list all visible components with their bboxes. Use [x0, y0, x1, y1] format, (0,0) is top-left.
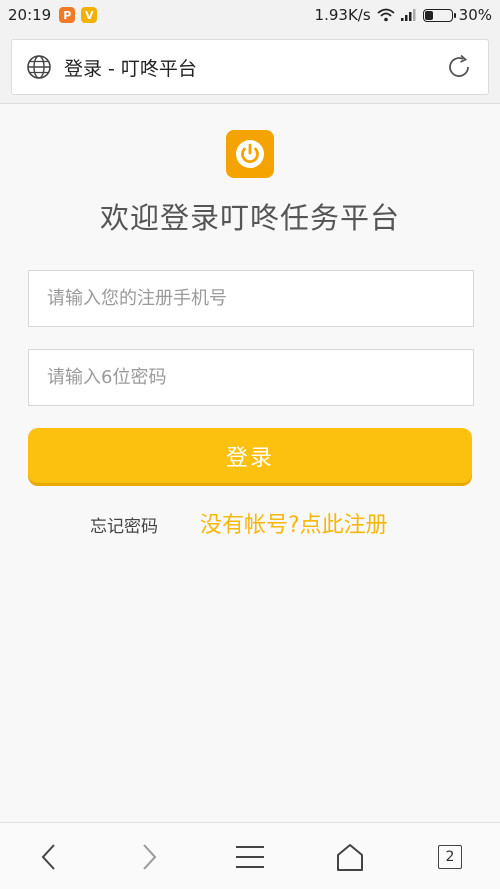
register-link[interactable]: 没有帐号?点此注册	[200, 507, 388, 539]
address-bar[interactable]: 登录 - 叮咚平台	[11, 39, 489, 95]
reload-icon[interactable]	[444, 52, 474, 82]
power-icon	[236, 140, 264, 168]
home-icon	[337, 844, 363, 871]
wifi-icon	[377, 8, 395, 22]
welcome-heading: 欢迎登录叮咚任务平台	[99, 201, 400, 235]
chat-notification-icon: P	[59, 7, 76, 23]
browser-toolbar: 登录 - 叮咚平台	[0, 30, 500, 104]
page-title: 登录 - 叮咚平台	[64, 57, 197, 80]
login-button[interactable]: 登录	[28, 428, 472, 483]
battery-percent: 30%	[458, 6, 492, 24]
forward-button[interactable]	[129, 837, 169, 877]
home-button[interactable]	[330, 837, 370, 877]
battery-icon	[422, 8, 456, 22]
network-speed: 1.93K/s	[314, 6, 371, 24]
back-button[interactable]	[29, 837, 69, 877]
v-app-icon: V	[81, 7, 98, 23]
menu-button[interactable]	[230, 837, 270, 877]
password-input[interactable]	[28, 349, 474, 406]
forgot-password-link[interactable]: 忘记密码	[90, 512, 158, 537]
status-bar: 20:19 P V 1.93K/s 30%	[0, 0, 500, 30]
tab-count: 2	[438, 845, 462, 869]
browser-bottom-nav: 2	[0, 822, 500, 889]
chevron-left-icon	[41, 844, 55, 870]
phone-input[interactable]	[28, 270, 474, 327]
globe-icon	[27, 55, 51, 79]
signal-icon	[400, 9, 416, 21]
chevron-right-icon	[143, 844, 157, 870]
tabs-button[interactable]: 2	[430, 837, 470, 877]
status-time: 20:19	[8, 6, 52, 24]
menu-icon	[236, 846, 264, 868]
app-logo	[226, 130, 274, 178]
